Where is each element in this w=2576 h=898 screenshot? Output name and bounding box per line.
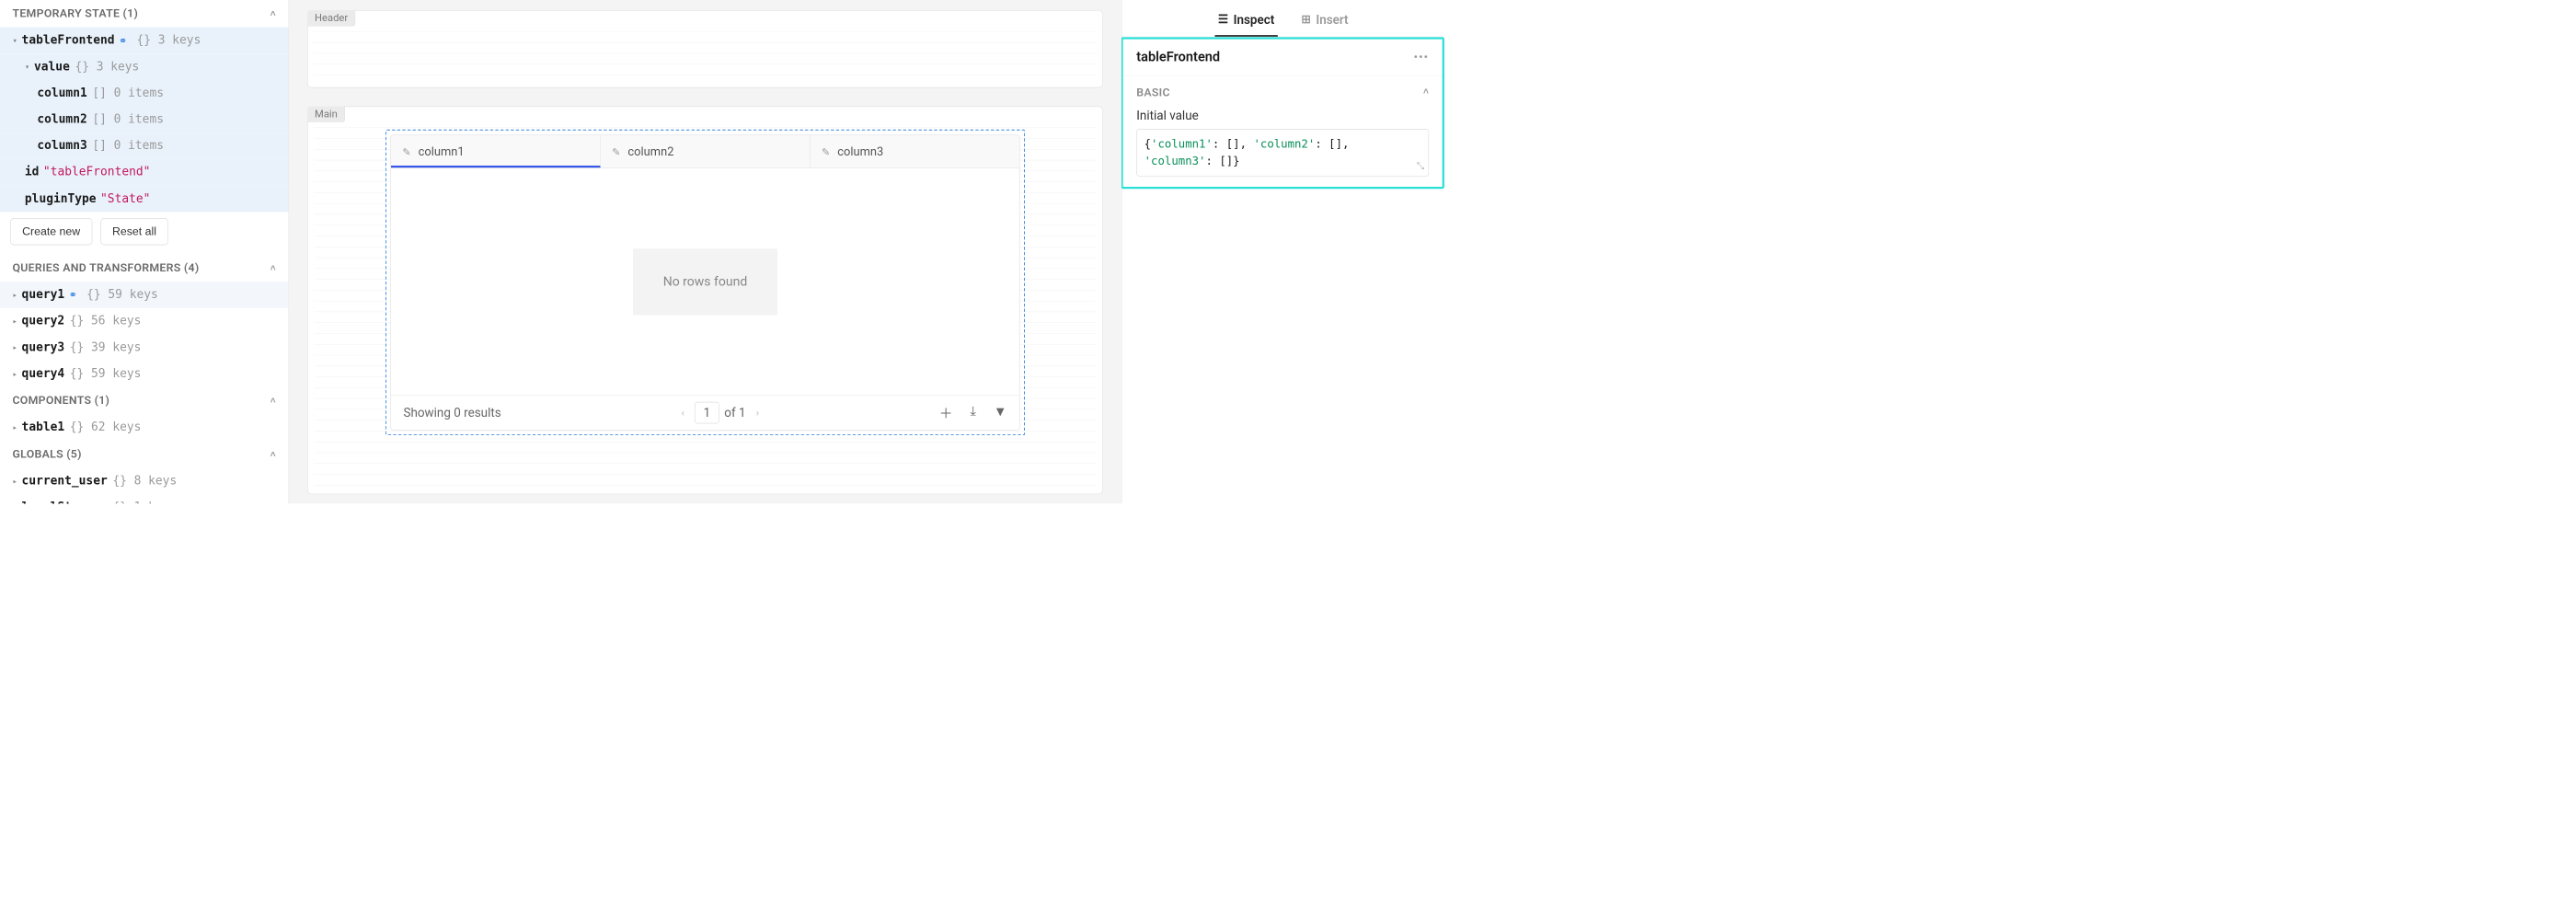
prev-page-button[interactable]: ‹ [676,403,690,421]
link-icon: ⚭ [119,32,127,50]
layers-icon: ☰ [1218,13,1228,26]
section-title: TEMPORARY STATE (1) [12,7,138,20]
tree-table1[interactable]: ▸ table1 {} 62 keys [0,414,288,441]
tree-query4[interactable]: ▸ query4 {} 59 keys [0,361,288,387]
table-footer: Showing 0 results ‹ 1 of 1 › ＋ ⤓ ▼ [391,395,1019,430]
tree-localstorage[interactable]: ▸ localStorage {} 1 key [0,494,288,503]
filter-icon[interactable]: ▼ [994,403,1006,422]
frame-label: Header [307,10,355,26]
frame-label: Main [307,107,345,122]
chevron-up-icon: ˄ [270,449,276,460]
header-frame[interactable]: Header [307,10,1103,87]
table-body: No rows found [391,168,1019,396]
results-text: Showing 0 results [403,406,500,420]
empty-state: No rows found [633,248,777,315]
expand-icon[interactable]: ⤡ [1417,159,1424,173]
tree-query2[interactable]: ▸ query2 {} 56 keys [0,308,288,335]
table-component[interactable]: ✎ column1 ✎ column2 ✎ column3 N [390,134,1019,430]
initial-value-label: Initial value [1136,109,1429,123]
section-components[interactable]: COMPONENTS (1) ˄ [0,387,288,415]
pencil-icon: ✎ [822,145,830,157]
tree-plugintype[interactable]: pluginType "State" [0,186,288,213]
highlight-wrap: tableFrontend ••• BASIC ˄ Initial value … [1121,37,1444,189]
section-queries[interactable]: QUERIES AND TRANSFORMERS (4) ˄ [0,254,288,282]
basic-section: BASIC ˄ Initial value {'column1': [], 'c… [1123,75,1443,187]
table-selection[interactable]: ✎ column1 ✎ column2 ✎ column3 N [385,130,1025,435]
chevron-up-icon: ˄ [270,262,276,273]
more-icon[interactable]: ••• [1414,51,1429,63]
add-row-icon[interactable]: ＋ [939,403,953,422]
download-icon[interactable]: ⤓ [971,403,976,422]
tree-id[interactable]: id "tableFrontend" [0,159,288,186]
pager: ‹ 1 of 1 › [676,402,765,424]
right-panel: ☰ Inspect ⊞ Insert tableFrontend ••• BAS… [1121,0,1444,503]
tab-insert[interactable]: ⊞ Insert [1298,7,1351,37]
create-new-button[interactable]: Create new [10,218,92,245]
right-tabs: ☰ Inspect ⊞ Insert [1122,0,1444,37]
tab-inspect[interactable]: ☰ Inspect [1215,7,1278,37]
section-temp-state[interactable]: TEMPORARY STATE (1) ˄ [0,0,288,28]
tree-query3[interactable]: ▸ query3 {} 39 keys [0,334,288,361]
main-frame[interactable]: Main ✎ column1 ✎ column2 ✎ [307,107,1103,495]
tree-tablefrontend[interactable]: ▾ tableFrontend ⚭ {} 3 keys [0,28,288,54]
inspector-title: tableFrontend ••• [1123,40,1443,76]
tree-value[interactable]: ▾ value {} 3 keys [0,53,288,80]
section-globals[interactable]: GLOBALS (5) ˄ [0,441,288,468]
tree-query1[interactable]: ▸ query1 ⚭ {} 59 keys [0,282,288,308]
column-header-1[interactable]: ✎ column1 [391,135,601,167]
tree-column3[interactable]: column3 [] 0 items [0,132,288,159]
page-input[interactable]: 1 [695,402,719,424]
chevron-up-icon: ˄ [1423,86,1429,99]
link-icon: ⚭ [69,286,77,304]
chevron-up-icon: ˄ [270,8,276,19]
next-page-button[interactable]: › [751,403,765,421]
column-header-3[interactable]: ✎ column3 [811,135,1019,167]
tree-current-user[interactable]: ▸ current_user {} 8 keys [0,468,288,495]
tree-column2[interactable]: column2 [] 0 items [0,107,288,133]
column-header-2[interactable]: ✎ column2 [601,135,811,167]
chevron-up-icon: ˄ [270,396,276,407]
table-head: ✎ column1 ✎ column2 ✎ column3 [391,135,1019,168]
left-panel: TEMPORARY STATE (1) ˄ ▾ tableFrontend ⚭ … [0,0,289,503]
reset-all-button[interactable]: Reset all [100,218,168,245]
initial-value-input[interactable]: {'column1': [], 'column2': [], 'column3'… [1136,129,1429,177]
pencil-icon: ✎ [402,145,410,157]
canvas: Header Main ✎ column1 ✎ column2 [289,0,1121,503]
basic-heading[interactable]: BASIC ˄ [1136,86,1429,99]
insert-icon: ⊞ [1301,13,1310,26]
pencil-icon: ✎ [612,145,620,157]
tree-column1[interactable]: column1 [] 0 items [0,80,288,107]
page-of: of 1 [724,406,745,420]
